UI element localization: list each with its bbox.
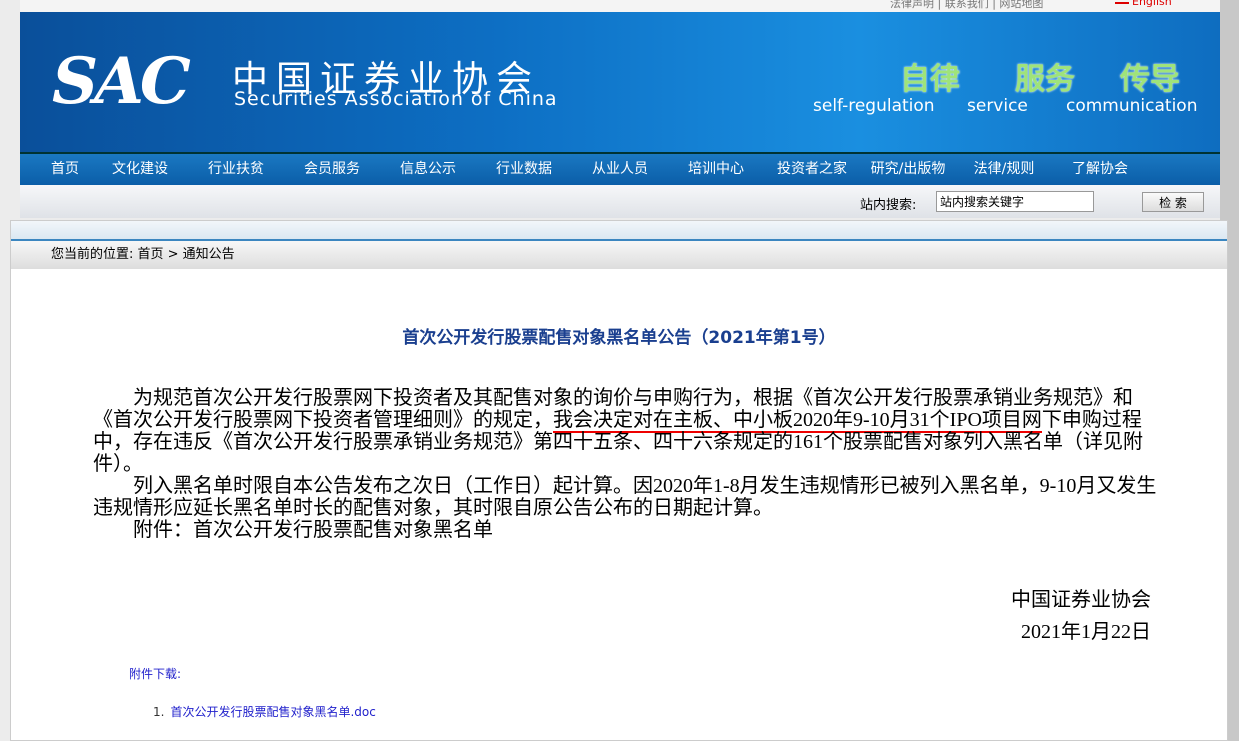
breadcrumb: 您当前的位置: 首页 > 通知公告 <box>11 241 1227 269</box>
slogan-en: communication <box>1066 96 1198 116</box>
content-area: 您当前的位置: 首页 > 通知公告 首次公开发行股票配售对象黑名单公告（2021… <box>10 220 1228 741</box>
attachment-item: 1. 首次公开发行股票配售对象黑名单.doc <box>153 703 376 720</box>
date: 2021年1月22日 <box>1021 621 1151 643</box>
search-bar: 站内搜索: 检 索 <box>20 185 1220 218</box>
nav-item[interactable]: 从业人员 <box>572 154 668 185</box>
signature: 中国证券业协会 2021年1月22日 <box>1011 585 1151 647</box>
nav-item[interactable]: 行业数据 <box>476 154 572 185</box>
nav-item[interactable]: 投资者之家 <box>764 154 860 185</box>
slogan-en: self-regulation <box>813 96 935 116</box>
paragraph: 附件：首次公开发行股票配售对象黑名单 <box>133 519 493 541</box>
slogan-cn: 传导 <box>1120 62 1180 97</box>
page-title: 首次公开发行股票配售对象黑名单公告（2021年第1号） <box>402 328 836 348</box>
attachment-label: 附件下载: <box>129 667 182 681</box>
search-label: 站内搜索: <box>860 198 917 213</box>
paragraph: 列入黑名单时限自本公告发布之次日（工作日）起计算。因2020年1-8月发生违规情… <box>93 475 1157 519</box>
main-nav: 首页 文化建设 行业扶贫 会员服务 信息公示 行业数据 从业人员 培训中心 投资… <box>20 152 1220 185</box>
flag-icon <box>1115 0 1129 4</box>
article-body: 为规范首次公开发行股票网下投资者及其配售对象的询价与申购行为，根据《首次公开发行… <box>93 387 1163 541</box>
top-bar: 法律声明 | 联系我们 | 网站地图 English <box>20 0 1220 12</box>
paragraph: 为规范首次公开发行股票网下投资者及其配售对象的询价与申购行为，根据《首次公开发行… <box>93 387 1163 475</box>
signer: 中国证券业协会 <box>1011 589 1151 611</box>
top-links[interactable]: 法律声明 | 联系我们 | 网站地图 <box>890 0 1043 11</box>
search-button[interactable]: 检 索 <box>1142 192 1204 212</box>
nav-item[interactable]: 首页 <box>38 154 92 185</box>
nav-item[interactable]: 会员服务 <box>284 154 380 185</box>
logo: SAC <box>52 44 191 119</box>
banner: SAC 中国证券业协会 Securities Association of Ch… <box>20 12 1220 152</box>
search-input[interactable] <box>936 191 1094 212</box>
slogan-en: service <box>967 96 1028 116</box>
nav-item[interactable]: 行业扶贫 <box>188 154 284 185</box>
list-number: 1. <box>153 705 165 719</box>
nav-item[interactable]: 培训中心 <box>668 154 764 185</box>
nav-item[interactable]: 信息公示 <box>380 154 476 185</box>
nav-item[interactable]: 了解协会 <box>1052 154 1148 185</box>
divider <box>11 221 1227 241</box>
slogan-cn: 服务 <box>1015 62 1075 97</box>
english-link[interactable]: English <box>1132 0 1172 8</box>
nav-item[interactable]: 文化建设 <box>92 154 188 185</box>
highlighted-text: 我会决定对在主板、中小板2020年9-10月31个IPO项目网 <box>553 409 1042 433</box>
nav-item[interactable]: 法律/规则 <box>956 154 1052 185</box>
site-name-en: Securities Association of China <box>234 88 558 110</box>
attachment-link[interactable]: 首次公开发行股票配售对象黑名单.doc <box>170 705 375 719</box>
slogan-cn: 自律 <box>900 62 960 97</box>
nav-item[interactable]: 研究/出版物 <box>860 154 956 185</box>
